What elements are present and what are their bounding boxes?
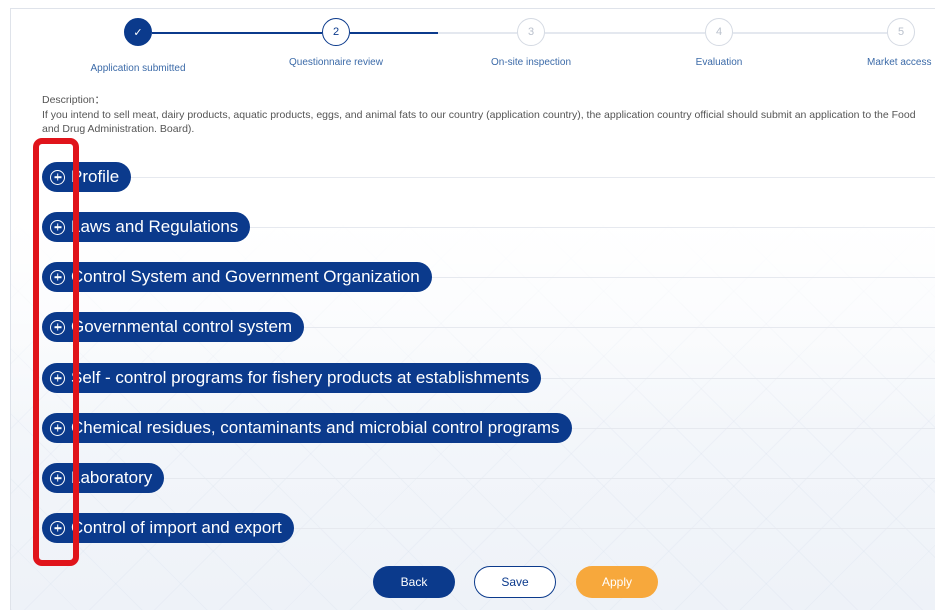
- section-label: Self - control programs for fishery prod…: [71, 368, 530, 387]
- section-toggle-profile[interactable]: Profile: [42, 162, 132, 192]
- section-label: Governmental control system: [71, 317, 293, 336]
- progress-stepper: ✓ 2 3 4 5 Application submitted Question…: [0, 0, 935, 80]
- step-5-indicator: 5: [887, 18, 915, 46]
- step-3-label: On-site inspection: [490, 57, 572, 68]
- section-toggle-laws[interactable]: Laws and Regulations: [42, 212, 251, 242]
- expand-plus-icon: [50, 269, 65, 285]
- description-title: Description：: [42, 94, 106, 106]
- expand-plus-icon: [50, 169, 65, 185]
- step-2-label: Questionnaire review: [289, 57, 383, 68]
- step-1-check-icon: ✓: [124, 18, 152, 46]
- apply-button[interactable]: Apply: [576, 566, 658, 598]
- section-toggle-control-system[interactable]: Control System and Government Organizati…: [42, 262, 432, 292]
- description-block: Description： If you intend to sell meat,…: [42, 93, 935, 136]
- section-label: Laws and Regulations: [71, 217, 239, 236]
- step-4-label: Evaluation: [695, 57, 743, 68]
- section-divider: [42, 177, 935, 178]
- save-button[interactable]: Save: [474, 566, 556, 598]
- step-4-indicator: 4: [705, 18, 733, 46]
- section-toggle-governmental-control[interactable]: Governmental control system: [42, 312, 305, 342]
- step-3-indicator: 3: [517, 18, 545, 46]
- step-1-label: Application submitted: [90, 63, 186, 74]
- step-connector: [350, 32, 438, 34]
- expand-plus-icon: [50, 420, 65, 436]
- section-label: Profile: [71, 167, 120, 186]
- section-toggle-chemical-residues[interactable]: Chemical residues, contaminants and micr…: [42, 413, 572, 443]
- section-toggle-self-control[interactable]: Self - control programs for fishery prod…: [42, 363, 542, 393]
- expand-plus-icon: [50, 520, 65, 536]
- section-label: Control System and Government Organizati…: [71, 267, 420, 286]
- section-label: Control of import and export: [71, 518, 282, 537]
- section-divider: [42, 478, 935, 479]
- section-toggle-laboratory[interactable]: Laboratory: [42, 463, 165, 493]
- section-label: Chemical residues, contaminants and micr…: [71, 418, 560, 437]
- step-connector: [438, 32, 517, 34]
- expand-plus-icon: [50, 370, 65, 386]
- expand-plus-icon: [50, 219, 65, 235]
- step-connector: [733, 32, 887, 34]
- expand-plus-icon: [50, 319, 65, 335]
- section-label: Laboratory: [71, 468, 153, 487]
- section-toggle-import-export[interactable]: Control of import and export: [42, 513, 294, 543]
- back-button[interactable]: Back: [373, 566, 455, 598]
- step-connector: [152, 32, 322, 34]
- description-text: If you intend to sell meat, dairy produc…: [42, 109, 916, 135]
- expand-plus-icon: [50, 470, 65, 486]
- step-connector: [545, 32, 705, 34]
- step-2-indicator: 2: [322, 18, 350, 46]
- step-5-label: Market access: [867, 57, 932, 68]
